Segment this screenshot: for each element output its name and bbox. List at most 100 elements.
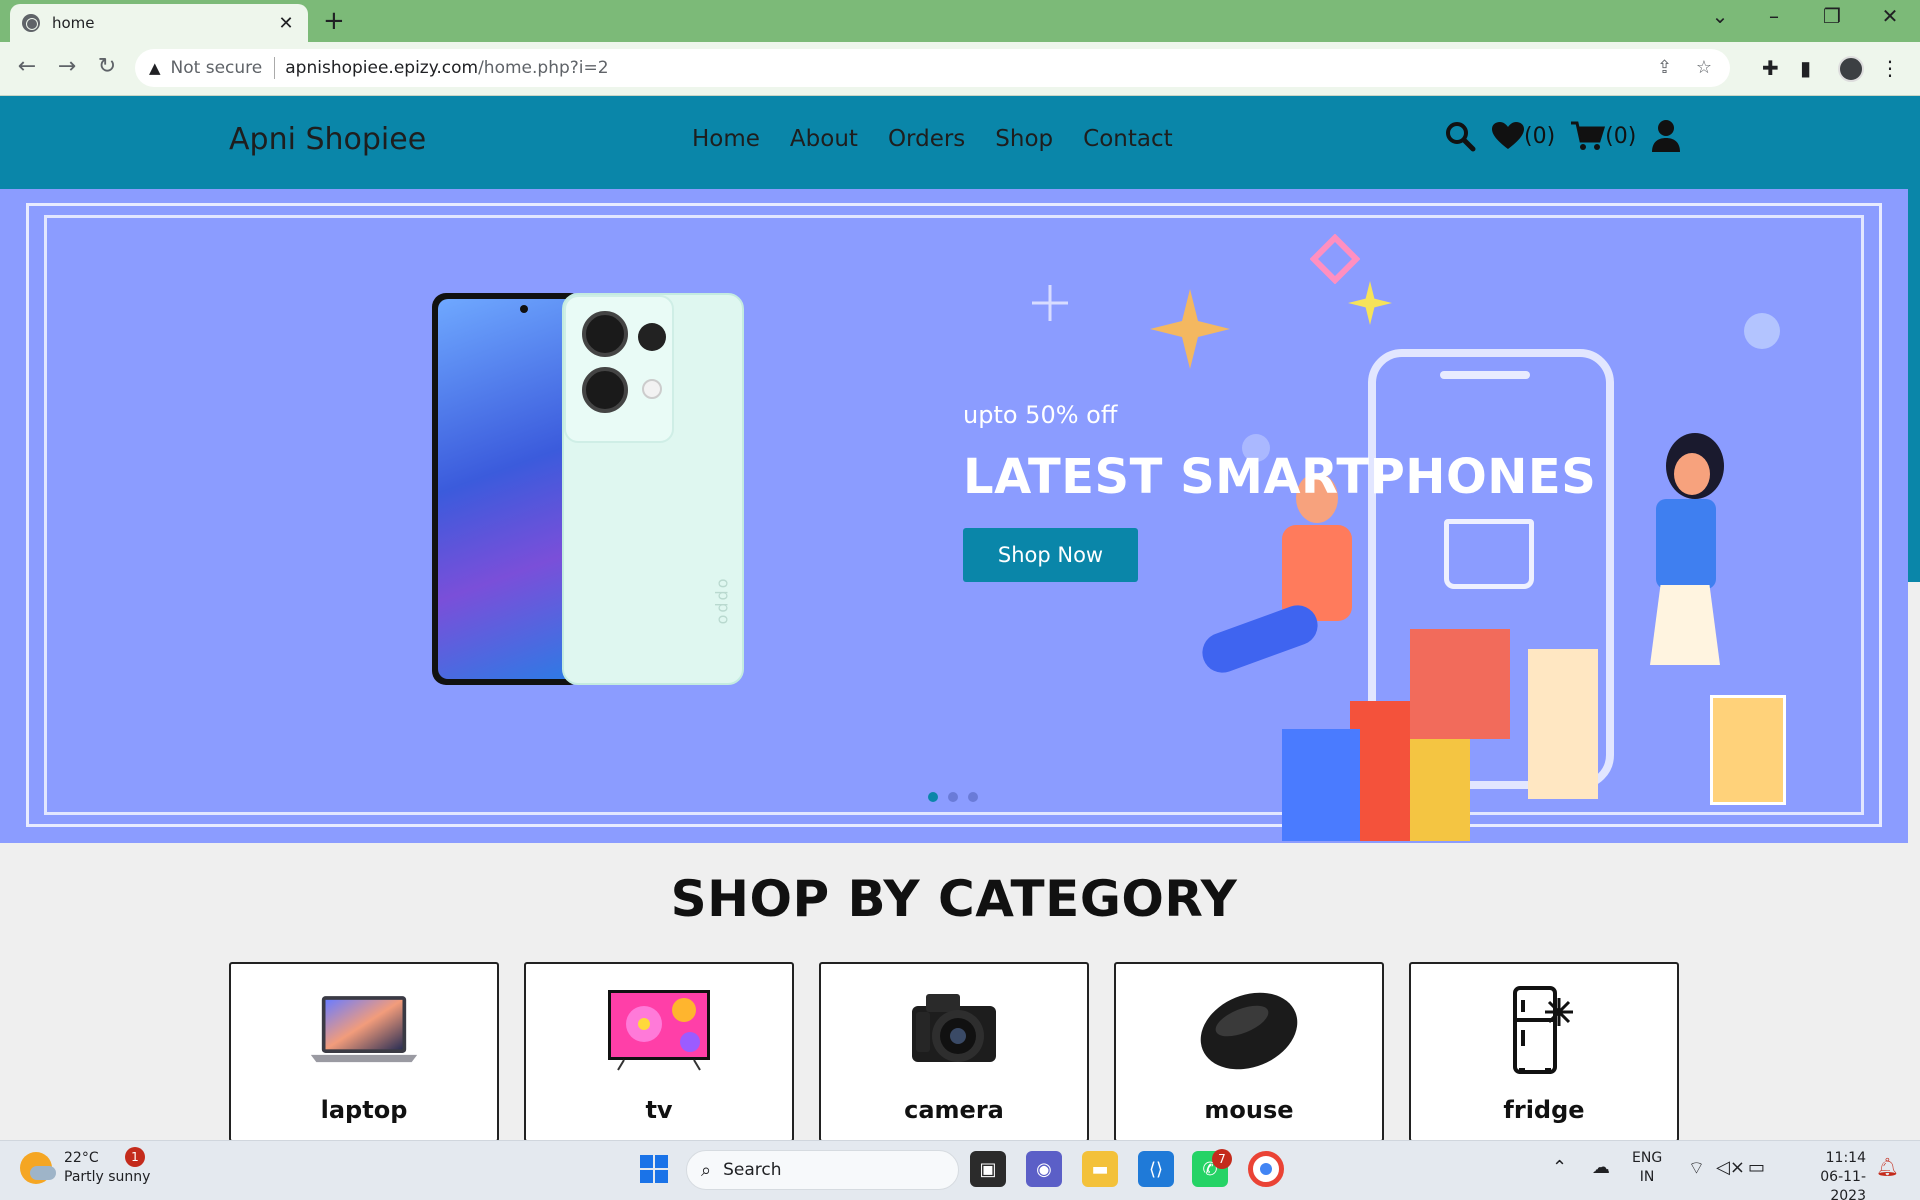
sparkle-icon (1348, 281, 1392, 325)
vscode-icon[interactable]: ⟨⟩ (1138, 1151, 1174, 1187)
phone-product-image: oppo (432, 293, 744, 685)
close-window-button[interactable]: ✕ (1870, 4, 1910, 28)
url-path[interactable]: /home.php?i=2 (478, 58, 609, 78)
hero-subtitle: upto 50% off (963, 401, 1118, 429)
cart-count: (0) (1605, 123, 1637, 149)
browser-tab[interactable]: home ✕ (10, 4, 308, 42)
partly-sunny-icon (20, 1152, 56, 1184)
weather-description: Partly sunny (64, 1169, 151, 1185)
teams-chat-icon[interactable]: ◉ (1026, 1151, 1062, 1187)
fridge-icon (1489, 986, 1599, 1074)
tab-title: home (52, 14, 95, 32)
camera-icon (899, 988, 1009, 1074)
windows-start-icon[interactable] (640, 1155, 668, 1183)
forward-icon[interactable]: → (52, 54, 82, 79)
site-header: Apni Shopiee Home About Orders Shop Cont… (0, 96, 1920, 189)
page-scrollbar[interactable] (1908, 189, 1920, 582)
category-card-mouse[interactable]: mouse (1114, 962, 1384, 1142)
category-label: fridge (1503, 1096, 1585, 1124)
bubble-decoration (1744, 313, 1780, 349)
region-code: IN (1639, 1169, 1655, 1185)
notification-bell-icon[interactable]: 🔔︎ (1876, 1157, 1899, 1178)
site-logo[interactable]: Apni Shopiee (229, 122, 426, 157)
security-label[interactable]: Not secure (171, 58, 263, 78)
whatsapp-badge: 7 (1212, 1149, 1232, 1169)
nav-about[interactable]: About (790, 126, 858, 152)
extensions-icon[interactable]: ✚ (1762, 56, 1779, 80)
cart-link[interactable]: (0) (1571, 121, 1636, 151)
header-icons: (0) (0) (1444, 120, 1696, 152)
wishlist-link[interactable]: (0) (1492, 122, 1555, 150)
category-card-tv[interactable]: tv (524, 962, 794, 1142)
omnibox[interactable]: ▲ Not secure apnishopiee.epizy.com /home… (135, 49, 1730, 87)
onedrive-icon[interactable]: ☁ (1592, 1157, 1610, 1178)
clock-time: 11:14 (1825, 1150, 1866, 1166)
search-icon[interactable] (1444, 120, 1476, 152)
nav-home[interactable]: Home (692, 126, 760, 152)
profile-avatar[interactable] (1838, 56, 1864, 82)
category-label: laptop (320, 1096, 408, 1124)
shopping-illustration (1110, 349, 1870, 843)
clock-date: 06-11-2023 (1820, 1169, 1866, 1200)
chrome-icon[interactable] (1248, 1151, 1284, 1187)
browser-tab-strip: home ✕ + ⌄ – ❐ ✕ (0, 0, 1920, 42)
nav-contact[interactable]: Contact (1083, 126, 1172, 152)
share-icon[interactable]: ⇪ (1657, 57, 1672, 78)
volume-muted-icon[interactable]: ◁× (1716, 1157, 1745, 1178)
nav-shop[interactable]: Shop (995, 126, 1053, 152)
category-card-laptop[interactable]: laptop (229, 962, 499, 1142)
category-card-fridge[interactable]: fridge (1409, 962, 1679, 1142)
hero-slider: oppo upto 50% off LATEST SMARTPHONES Sho… (0, 189, 1908, 843)
restore-button[interactable]: ❐ (1812, 4, 1852, 28)
slider-dot-1[interactable] (928, 792, 938, 802)
main-nav: Home About Orders Shop Contact (692, 126, 1203, 152)
laptop-icon (309, 988, 419, 1074)
language-indicator[interactable]: ENG IN (1632, 1149, 1662, 1187)
url-host[interactable]: apnishopiee.epizy.com (285, 58, 478, 78)
task-view-icon[interactable]: ▣ (970, 1151, 1006, 1187)
slider-dot-3[interactable] (968, 792, 978, 802)
windows-taskbar: 22°C Partly sunny 1 ⌕ Search ▣ ◉ ▬ ⟨⟩ ✆ … (0, 1140, 1920, 1200)
heart-icon (1492, 122, 1524, 149)
back-icon[interactable]: ← (12, 54, 42, 79)
category-card-camera[interactable]: camera (819, 962, 1089, 1142)
address-bar-row: ← → ↻ ▲ Not secure apnishopiee.epizy.com… (0, 42, 1920, 96)
globe-icon (22, 14, 40, 32)
tv-icon (604, 988, 714, 1074)
slider-dots (928, 792, 988, 802)
diamond-icon (1310, 234, 1360, 284)
warning-icon[interactable]: ▲ (149, 59, 161, 77)
mouse-icon (1194, 988, 1304, 1074)
user-icon[interactable] (1652, 120, 1681, 152)
bookmark-star-icon[interactable]: ☆ (1696, 57, 1712, 78)
shop-now-button[interactable]: Shop Now (963, 528, 1138, 582)
file-explorer-icon[interactable]: ▬ (1082, 1151, 1118, 1187)
tab-search-icon[interactable]: ⌄ (1700, 4, 1740, 28)
taskbar-search-placeholder: Search (723, 1160, 782, 1180)
category-label: tv (645, 1096, 673, 1124)
plus-sparkle-icon (1032, 285, 1068, 321)
new-tab-button[interactable]: + (323, 6, 345, 36)
taskbar-search[interactable]: ⌕ Search (686, 1150, 959, 1190)
reload-icon[interactable]: ↻ (92, 54, 122, 79)
slider-dot-2[interactable] (948, 792, 958, 802)
wishlist-count: (0) (1524, 123, 1556, 149)
hero-title: LATEST SMARTPHONES (963, 449, 1597, 505)
omnibox-divider (274, 57, 276, 79)
menu-kebab-icon[interactable]: ⋮ (1880, 56, 1900, 80)
cart-icon (1571, 121, 1606, 150)
search-icon: ⌕ (701, 1159, 712, 1181)
wifi-icon[interactable]: ⌔ (1688, 1157, 1705, 1180)
clock[interactable]: 11:14 06-11-2023 (1786, 1149, 1866, 1200)
minimize-button[interactable]: – (1754, 4, 1794, 28)
battery-icon[interactable]: ▭ (1748, 1157, 1765, 1178)
category-label: camera (904, 1096, 1004, 1124)
phone-brand: oppo (714, 578, 734, 627)
weather-badge: 1 (125, 1147, 145, 1167)
show-hidden-icons[interactable]: ⌃ (1552, 1157, 1567, 1178)
nav-orders[interactable]: Orders (888, 126, 965, 152)
tab-close-icon[interactable]: ✕ (276, 13, 296, 34)
category-label: mouse (1204, 1096, 1294, 1124)
side-panel-icon[interactable]: ▮ (1800, 56, 1811, 80)
language-code: ENG (1632, 1150, 1663, 1166)
